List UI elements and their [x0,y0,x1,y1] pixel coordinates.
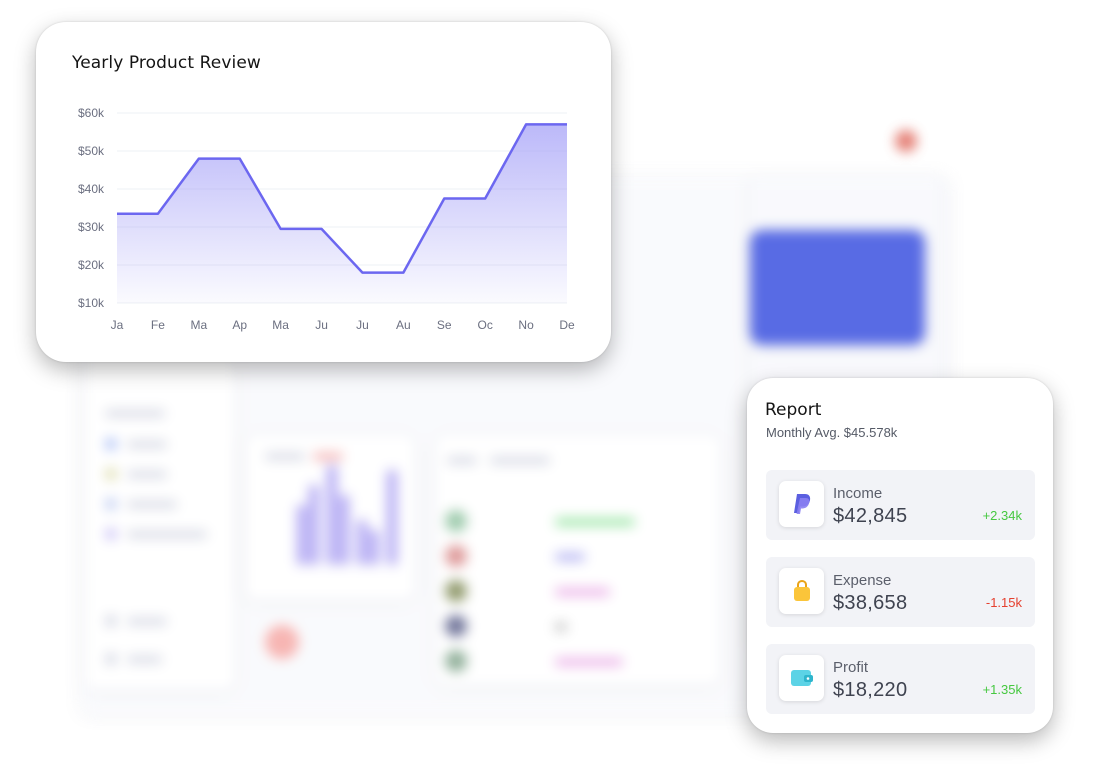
report-item-value: $38,658 [833,592,908,614]
report-item-change: -1.15k [985,595,1022,610]
x-tick-label: Ma [190,318,207,332]
shopping-bag-icon [779,568,824,614]
report-item-expense[interactable]: Expense $38,658 -1.15k [766,557,1035,627]
chart-plot: $60k $50k $40k $30k $20k $10k Ja Fe Ma Ap Ma Ju Ju Au… [78,106,575,332]
x-tick-label: Ap [232,318,247,332]
report-item-profit[interactable]: Profit $18,220 +1.35k [766,644,1035,714]
x-tick-label: Au [396,318,411,332]
y-tick-label: $50k [78,144,105,158]
report-item-label: Income [833,485,883,502]
report-item-label: Profit [833,659,869,676]
background-avatar [895,130,917,152]
y-tick-label: $40k [78,182,105,196]
report-item-change: +1.35k [982,682,1022,697]
x-tick-label: No [518,318,534,332]
report-item-value: $18,220 [833,679,908,701]
x-tick-label: Ju [315,318,328,332]
background-bar-card [245,435,415,600]
report-title: Report [765,400,822,420]
report-item-change: +2.34k [982,508,1022,523]
report-item-income[interactable]: Income $42,845 +2.34k [766,470,1035,540]
report-item-label: Expense [833,572,892,589]
y-tick-label: $20k [78,258,105,272]
background-circle [265,625,299,659]
x-tick-label: Ja [111,318,124,332]
report-subtitle: Monthly Avg. $45.578k [766,425,898,440]
x-tick-label: Ju [356,318,369,332]
report-item-value: $42,845 [833,505,908,527]
x-tick-label: De [559,318,575,332]
y-tick-label: $60k [78,106,105,120]
y-tick-label: $30k [78,220,105,234]
report-card: Report Monthly Avg. $45.578k Income $42,… [747,378,1053,733]
paypal-icon [779,481,824,527]
x-tick-label: Se [437,318,452,332]
x-tick-label: Fe [151,318,165,332]
background-sidebar [85,355,235,690]
yearly-product-review-card: Yearly Product Review $60k $50k $40k $30k $2… [36,22,611,362]
x-tick-label: Ma [272,318,289,332]
y-tick-label: $10k [78,296,105,310]
x-tick-label: Oc [478,318,493,332]
background-table [435,435,720,685]
background-credit-card [750,230,925,345]
wallet-icon [779,655,824,701]
